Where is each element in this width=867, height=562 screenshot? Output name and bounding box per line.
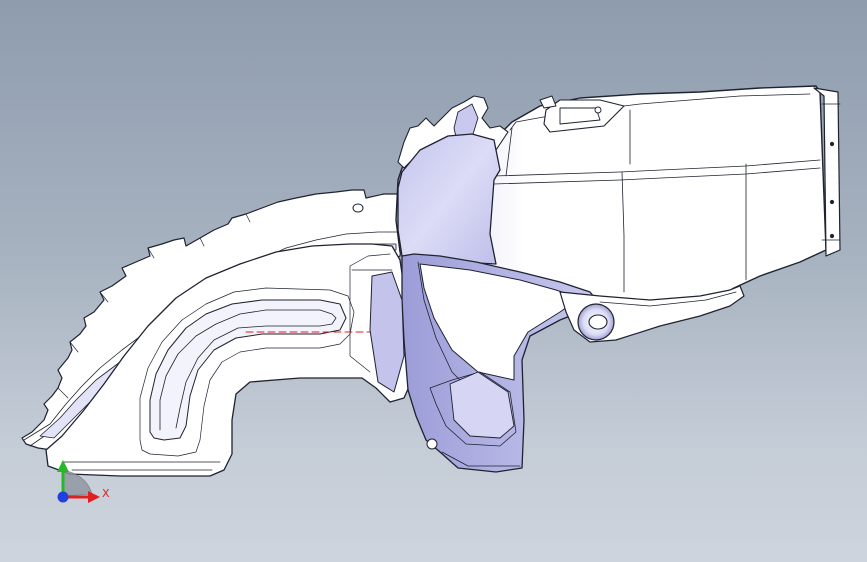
- mount-hole: [588, 314, 608, 330]
- part-body[interactable]: [21, 85, 841, 477]
- flange-hole: [352, 203, 364, 213]
- 3d-model-view[interactable]: [0, 0, 867, 562]
- triad-x-label: X: [102, 487, 110, 500]
- triad-z-axis: [57, 491, 69, 503]
- triad-x-arrow: [88, 491, 100, 503]
- 3d-viewport[interactable]: X: [0, 0, 867, 562]
- bottom-bolt: [426, 438, 438, 450]
